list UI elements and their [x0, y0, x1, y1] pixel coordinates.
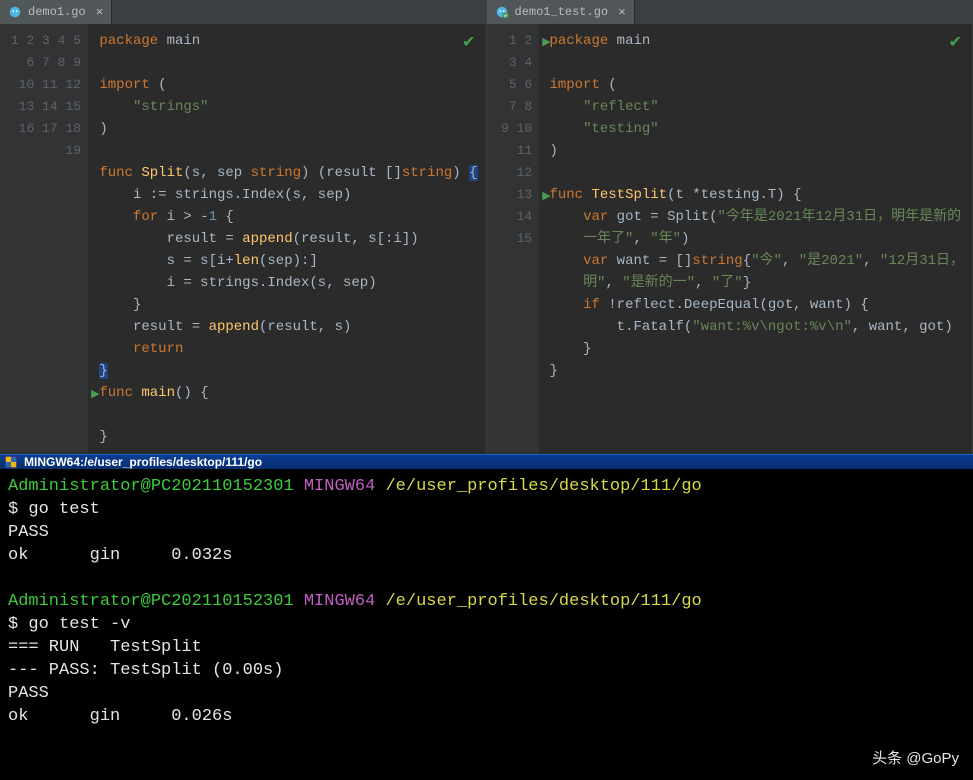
terminal-app-icon: [4, 455, 18, 469]
terminal-title-text: MINGW64:/e/user_profiles/desktop/111/go: [24, 455, 262, 469]
analysis-ok-icon: ✔: [462, 32, 475, 52]
gutter-left: 1 2 3 4 5 6 7 8 9 10 11 12 13 14 15 16 1…: [0, 24, 87, 454]
tab-demo1-test[interactable]: demo1_test.go ×: [487, 0, 635, 24]
close-icon[interactable]: ×: [618, 5, 626, 20]
code-left[interactable]: package main import ( "strings" ) func S…: [91, 24, 485, 454]
code-area-left[interactable]: 1 2 3 4 5 6 7 8 9 10 11 12 13 14 15 16 1…: [0, 24, 486, 454]
tab-demo1[interactable]: demo1.go ×: [0, 0, 112, 24]
editor-pane-right: demo1_test.go × 1 2 3 4 5 6 7 8 9 10 11 …: [487, 0, 973, 454]
go-test-file-icon: [495, 5, 509, 19]
tabs-left: demo1.go ×: [0, 0, 486, 24]
tab-filename: demo1_test.go: [515, 5, 609, 19]
terminal-output[interactable]: Administrator@PC202110152301 MINGW64 /e/…: [0, 469, 973, 780]
code-area-right[interactable]: 1 2 3 4 5 6 7 8 9 10 11 12 13 14 15 ▶▶ p…: [487, 24, 973, 454]
go-file-icon: [8, 5, 22, 19]
analysis-ok-icon: ✔: [949, 32, 962, 52]
editor-split: demo1.go × 1 2 3 4 5 6 7 8 9 10 11 12 13…: [0, 0, 973, 454]
gutter-right: 1 2 3 4 5 6 7 8 9 10 11 12 13 14 15: [487, 24, 539, 454]
code-right[interactable]: package main import ( "reflect" "testing…: [541, 24, 972, 454]
editor-pane-left: demo1.go × 1 2 3 4 5 6 7 8 9 10 11 12 13…: [0, 0, 487, 454]
tabs-right: demo1_test.go ×: [487, 0, 973, 24]
terminal-lines: Administrator@PC202110152301 MINGW64 /e/…: [8, 475, 965, 728]
close-icon[interactable]: ×: [96, 5, 104, 20]
watermark: 头条 @GoPy: [872, 747, 959, 770]
terminal-title-bar[interactable]: MINGW64:/e/user_profiles/desktop/111/go: [0, 454, 973, 469]
tab-filename: demo1.go: [28, 5, 86, 19]
